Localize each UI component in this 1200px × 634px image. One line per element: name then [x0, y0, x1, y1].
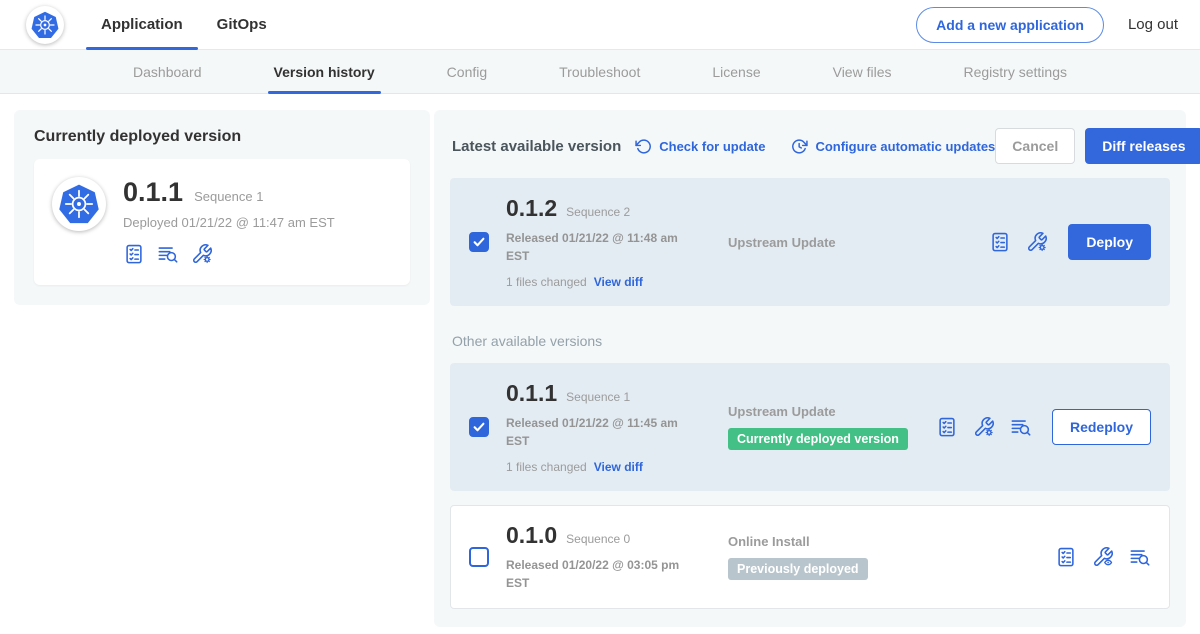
version-sequence: Sequence 1 [566, 390, 630, 404]
version-checkbox[interactable] [469, 547, 489, 567]
version-actions: Redeploy [936, 409, 1151, 445]
subnav-tab-view-files[interactable]: View files [827, 50, 898, 93]
top-nav: ApplicationGitOps Add a new application … [0, 0, 1200, 50]
preflight-checks-icon[interactable] [1055, 546, 1077, 568]
deploy-logs-icon[interactable] [1010, 416, 1032, 438]
deployment-status-badge: Currently deployed version [728, 428, 908, 450]
check-for-update-link[interactable]: Check for update [635, 138, 765, 155]
version-history-panel: Latest available version Check for updat… [434, 110, 1186, 627]
diff-action-buttons: Cancel Diff releases [995, 128, 1200, 164]
subnav-tab-dashboard[interactable]: Dashboard [127, 50, 208, 93]
version-row-0.1.2: 0.1.2 Sequence 2 Released 01/21/22 @ 11:… [450, 178, 1170, 306]
version-status: Upstream Update [724, 235, 989, 250]
deployed-version-number: 0.1.1 [123, 177, 183, 208]
kubernetes-wheel-icon [30, 10, 60, 40]
subnav-tab-registry-settings[interactable]: Registry settings [958, 50, 1073, 93]
latest-version-title: Latest available version [452, 138, 621, 155]
app-logo [52, 177, 106, 231]
version-sequence: Sequence 0 [566, 532, 630, 546]
top-nav-right: Add a new application Log out [916, 7, 1178, 43]
preflight-checks-icon[interactable] [936, 416, 958, 438]
deployed-version-timestamp: Deployed 01/21/22 @ 11:47 am EST [123, 215, 335, 230]
version-actions: Deploy [989, 224, 1151, 260]
version-checkbox[interactable] [469, 417, 489, 437]
deployed-version-sequence: Sequence 1 [194, 189, 263, 204]
files-changed-label: 1 files changed [506, 275, 587, 289]
config-view-icon[interactable] [1092, 546, 1114, 568]
app-sub-nav: Dashboard Version history Config Troublesho… [0, 50, 1200, 94]
version-actions [1055, 546, 1151, 568]
view-diff-link[interactable]: View diff [594, 460, 643, 474]
refresh-icon [635, 138, 652, 155]
version-sequence: Sequence 2 [566, 205, 630, 219]
subnav-tab-config[interactable]: Config [441, 50, 493, 93]
schedule-update-icon [791, 138, 808, 155]
deploy-logs-icon[interactable] [1129, 546, 1151, 568]
version-released-timestamp: Released 01/21/22 @ 11:48 am EST [506, 229, 694, 265]
version-row-0.1.1: 0.1.1 Sequence 1 Released 01/21/22 @ 11:… [450, 363, 1170, 491]
redeploy-button[interactable]: Redeploy [1052, 409, 1151, 445]
update-links: Check for update Configure automatic upd… [635, 138, 995, 155]
version-source-label: Online Install [728, 534, 1055, 549]
deployed-version-actions [123, 243, 335, 265]
version-info: 0.1.2 Sequence 2 Released 01/21/22 @ 11:… [506, 195, 724, 289]
view-diff-link[interactable]: View diff [594, 275, 643, 289]
version-number: 0.1.1 [506, 380, 557, 407]
top-tab-application[interactable]: Application [86, 0, 198, 49]
version-source-label: Upstream Update [728, 404, 936, 419]
deploy-logs-icon[interactable] [157, 243, 179, 265]
deploy-button[interactable]: Deploy [1068, 224, 1151, 260]
version-row-0.1.0: 0.1.0 Sequence 0 Released 01/20/22 @ 03:… [450, 505, 1170, 609]
configure-updates-label: Configure automatic updates [815, 139, 995, 154]
cancel-button[interactable]: Cancel [995, 128, 1075, 164]
config-settings-icon[interactable] [191, 243, 213, 265]
check-for-update-label: Check for update [659, 139, 765, 154]
subnav-tab-version-history[interactable]: Version history [268, 50, 381, 93]
version-info: 0.1.0 Sequence 0 Released 01/20/22 @ 03:… [506, 522, 724, 592]
configure-automatic-updates-link[interactable]: Configure automatic updates [791, 138, 995, 155]
version-number: 0.1.2 [506, 195, 557, 222]
preflight-checks-icon[interactable] [989, 231, 1011, 253]
deployed-panel-title: Currently deployed version [34, 128, 410, 146]
version-source-label: Upstream Update [728, 235, 989, 250]
version-checkbox[interactable] [469, 232, 489, 252]
subnav-tab-troubleshoot[interactable]: Troubleshoot [553, 50, 646, 93]
subnav-tab-license[interactable]: License [706, 50, 766, 93]
preflight-checks-icon[interactable] [123, 243, 145, 265]
latest-version-header: Latest available version Check for updat… [450, 126, 1170, 164]
other-versions-label: Other available versions [452, 333, 1168, 349]
files-changed-label: 1 files changed [506, 460, 587, 474]
config-settings-icon[interactable] [1026, 231, 1048, 253]
version-released-timestamp: Released 01/21/22 @ 11:45 am EST [506, 414, 694, 450]
deployed-version-card: 0.1.1 Sequence 1 Deployed 01/21/22 @ 11:… [34, 159, 410, 285]
top-nav-tabs: ApplicationGitOps [86, 0, 286, 49]
config-settings-icon[interactable] [973, 416, 995, 438]
add-application-button[interactable]: Add a new application [916, 7, 1104, 43]
version-info: 0.1.1 Sequence 1 Released 01/21/22 @ 11:… [506, 380, 724, 474]
kubernetes-wheel-icon [57, 182, 101, 226]
logout-link[interactable]: Log out [1128, 16, 1178, 33]
currently-deployed-panel: Currently deployed version 0.1.1 Sequenc… [14, 110, 430, 305]
version-status: Online Install Previously deployed [724, 534, 1055, 580]
deployment-status-badge: Previously deployed [728, 558, 868, 580]
version-status: Upstream Update Currently deployed versi… [724, 404, 936, 450]
version-number: 0.1.0 [506, 522, 557, 549]
diff-releases-button[interactable]: Diff releases [1085, 128, 1200, 164]
kubernetes-logo [26, 6, 64, 44]
deployed-version-info: 0.1.1 Sequence 1 Deployed 01/21/22 @ 11:… [123, 177, 335, 265]
main-content: Currently deployed version 0.1.1 Sequenc… [0, 94, 1200, 627]
top-tab-gitops[interactable]: GitOps [202, 0, 282, 49]
version-released-timestamp: Released 01/20/22 @ 03:05 pm EST [506, 556, 694, 592]
